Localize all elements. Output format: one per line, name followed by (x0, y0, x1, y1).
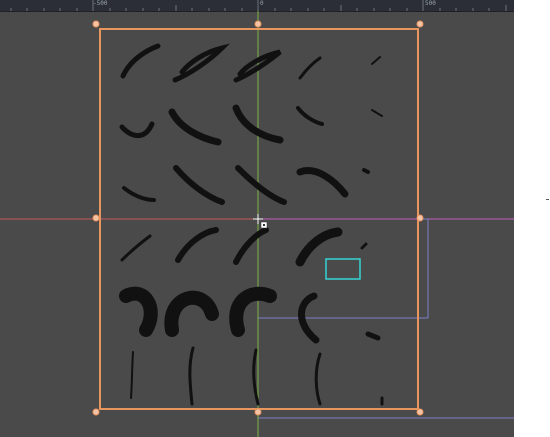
sprite-frame[interactable] (298, 56, 322, 80)
sprite-frame[interactable] (172, 43, 230, 83)
resize-handle-icon[interactable] (416, 408, 424, 416)
sprite-frame[interactable] (252, 348, 260, 406)
sprite-frame[interactable] (360, 242, 368, 250)
cyan-highlight-box[interactable] (325, 258, 361, 280)
sprite-frame[interactable] (168, 108, 222, 146)
move-pivot-icon[interactable] (253, 214, 268, 229)
resize-handle-icon[interactable] (416, 20, 424, 28)
sprite-frame[interactable] (371, 109, 383, 117)
sprite-frame[interactable] (365, 331, 381, 341)
resize-handle-icon[interactable] (92, 20, 100, 28)
sprite-frame[interactable] (229, 286, 277, 337)
panel-edge-mark (546, 199, 549, 200)
sprite-frame[interactable] (119, 286, 158, 337)
sprite-sheet[interactable] (119, 43, 384, 406)
sprite-frame[interactable] (295, 227, 343, 267)
resize-handle-icon[interactable] (416, 214, 424, 222)
sprite-frame[interactable] (235, 165, 287, 205)
resize-handle-icon[interactable] (254, 408, 262, 416)
sprite-frame[interactable] (314, 352, 322, 406)
sprite-frame[interactable] (119, 121, 155, 139)
sprite-frame[interactable] (188, 346, 195, 406)
ruler-ticks (10, 0, 507, 11)
canvas-viewport[interactable]: -500 0 500 (0, 0, 514, 437)
sprite-frame[interactable] (120, 234, 152, 262)
sprite-frame[interactable] (173, 165, 225, 205)
sprite-frame[interactable] (175, 227, 219, 263)
resize-handle-icon[interactable] (254, 20, 262, 28)
sprite-frame[interactable] (122, 186, 156, 202)
sprite-frame[interactable] (296, 106, 324, 126)
sprite-frame[interactable] (130, 351, 134, 399)
sprite-frame[interactable] (371, 56, 381, 65)
editor-stage[interactable] (0, 0, 514, 437)
sprite-frame[interactable] (296, 167, 349, 198)
resize-handle-icon[interactable] (92, 408, 100, 416)
sprite-frame[interactable] (362, 168, 370, 174)
sprite-frame[interactable] (120, 43, 161, 79)
sprite-frame[interactable] (233, 227, 269, 265)
sprite-frame[interactable] (164, 290, 219, 337)
resize-handle-icon[interactable] (92, 214, 100, 222)
